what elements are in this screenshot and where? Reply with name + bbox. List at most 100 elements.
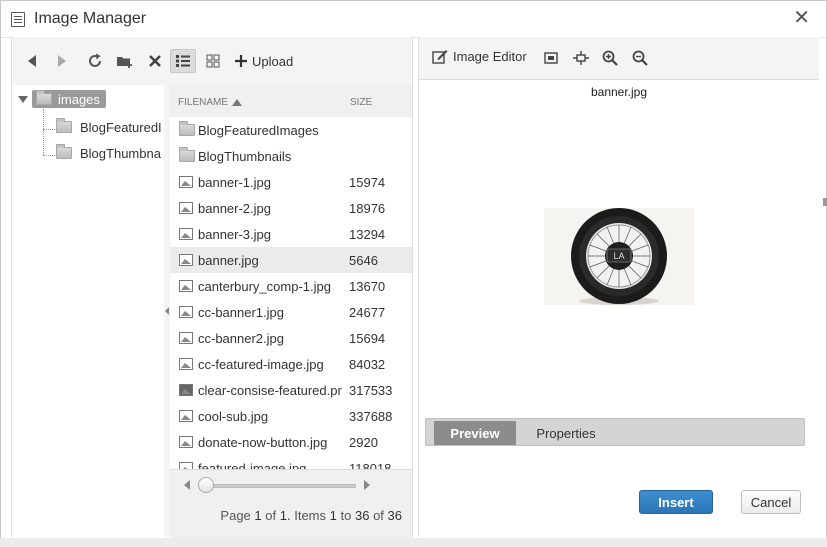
items-total: 36 — [387, 508, 402, 523]
svg-text:LA: LA — [613, 251, 624, 261]
file-row[interactable]: featured-image.jpg 118018 — [170, 455, 412, 469]
tree-node-blogthumbnails[interactable]: BlogThumbna — [56, 143, 161, 163]
editor-toolbar: Image Editor — [419, 37, 819, 80]
image-file-icon-wrap — [179, 306, 193, 321]
grid-view-icon[interactable] — [202, 49, 224, 73]
collapse-arrow-icon[interactable] — [18, 95, 28, 103]
list-header: FILENAME SIZE — [170, 85, 412, 118]
resize-icon[interactable] — [572, 49, 590, 67]
zoom-in-icon[interactable] — [601, 49, 619, 67]
file-name: cc-featured-image.jpg — [198, 357, 324, 372]
cancel-button[interactable]: Cancel — [741, 490, 801, 514]
file-name: BlogFeaturedImages — [198, 123, 319, 138]
insert-button[interactable]: Insert — [639, 490, 713, 514]
file-size: 5646 — [349, 253, 378, 268]
file-row[interactable]: banner-2.jpg 18976 — [170, 195, 412, 221]
column-filename[interactable]: FILENAME — [178, 97, 243, 108]
arrow-right-icon[interactable] — [52, 49, 72, 73]
image-editor-button[interactable]: Image Editor — [432, 49, 527, 64]
tree-node-images[interactable]: images — [14, 89, 106, 109]
upload-label: Upload — [252, 53, 294, 69]
image-file-icon — [179, 358, 193, 370]
image-file-icon-wrap — [179, 202, 193, 217]
tab-preview[interactable]: Preview — [434, 421, 516, 445]
image-file-icon — [179, 436, 193, 448]
folder-icon — [56, 118, 72, 133]
image-file-icon-wrap — [179, 280, 193, 295]
image-file-icon-wrap — [179, 462, 193, 469]
image-file-icon — [179, 176, 193, 188]
file-row[interactable]: cc-banner2.jpg 15694 — [170, 325, 412, 351]
image-file-icon-wrap — [179, 176, 193, 191]
file-row[interactable]: banner.jpg 5646 — [170, 247, 412, 273]
zoom-slider-track[interactable] — [200, 484, 356, 488]
arrow-left-icon[interactable] — [22, 49, 42, 73]
pager: Page 1 of 1. Items 1 to 36 of 36 — [170, 469, 412, 538]
image-file-icon — [179, 332, 193, 344]
column-size[interactable]: SIZE — [350, 97, 372, 108]
list-view-icon[interactable] — [170, 49, 196, 73]
tree-connector — [43, 155, 55, 156]
file-row[interactable]: donate-now-button.jpg 2920 — [170, 429, 412, 455]
file-size: 13670 — [349, 279, 386, 294]
file-row[interactable]: cc-featured-image.jpg 84032 — [170, 351, 412, 377]
upload-button[interactable]: Upload — [234, 49, 304, 73]
zoom-slider-thumb[interactable] — [198, 477, 214, 493]
folder-row[interactable]: BlogFeaturedImages — [170, 117, 412, 143]
image-file-icon — [179, 280, 193, 292]
image-preview: LA — [544, 208, 694, 305]
tree-connector — [43, 129, 55, 130]
tree-root-label-wrap: images — [32, 90, 106, 108]
file-row[interactable]: banner-1.jpg 15974 — [170, 169, 412, 195]
crop-icon[interactable] — [542, 49, 560, 67]
collapse-left-icon[interactable] — [165, 307, 169, 315]
delete-icon[interactable] — [144, 49, 166, 73]
folder-row[interactable]: BlogThumbnails — [170, 143, 412, 169]
file-row[interactable]: cool-sub.jpg 337688 — [170, 403, 412, 429]
tree-connector — [43, 109, 44, 155]
plus-icon — [235, 55, 247, 67]
close-icon[interactable]: ✕ — [793, 8, 810, 28]
zoom-out-icon[interactable] — [631, 49, 649, 67]
tree-root-label: images — [58, 91, 100, 107]
file-name: cool-sub.jpg — [198, 409, 269, 424]
file-size: 118018 — [349, 461, 392, 469]
slider-right-icon[interactable] — [364, 480, 370, 490]
page-info: Page 1 of 1. Items 1 to 36 of 36 — [170, 508, 402, 523]
items-to: 36 — [354, 508, 370, 523]
folder-icon-wrap — [179, 147, 195, 165]
tree-node-blogfeatured[interactable]: BlogFeaturedI — [56, 117, 162, 137]
items-of-label: of — [373, 508, 384, 523]
page-count: 1. — [279, 508, 291, 523]
file-size: 24677 — [349, 305, 386, 320]
tab-properties[interactable]: Properties — [518, 422, 614, 444]
slider-left-icon[interactable] — [184, 480, 190, 490]
file-size: 2920 — [349, 435, 378, 450]
image-file-icon — [179, 410, 193, 422]
file-rows: BlogFeaturedImages BlogThumbnails banner-1… — [170, 117, 412, 469]
image-file-icon-wrap — [179, 358, 193, 373]
image-file-icon — [179, 384, 193, 396]
refresh-icon[interactable] — [84, 49, 106, 73]
file-row[interactable]: cc-banner1.jpg 24677 — [170, 299, 412, 325]
file-row[interactable]: clear-consise-featured.pr 317533 — [170, 377, 412, 403]
file-size: 15694 — [349, 331, 386, 346]
file-row[interactable]: canterbury_comp-1.jpg 13670 — [170, 273, 412, 299]
file-row[interactable]: banner-3.jpg 13294 — [170, 221, 412, 247]
folder-icon — [36, 90, 52, 105]
browser-toolbar: Upload — [12, 37, 412, 86]
new-folder-icon[interactable] — [114, 49, 136, 73]
background-page — [0, 538, 827, 547]
file-size: 13294 — [349, 227, 386, 242]
image-file-icon — [179, 306, 193, 318]
file-name: banner-3.jpg — [198, 227, 271, 242]
image-file-icon — [179, 462, 193, 469]
file-size: 15974 — [349, 175, 386, 190]
file-size: 84032 — [349, 357, 386, 372]
image-file-icon — [179, 228, 193, 240]
tree-node-label: BlogThumbna — [80, 145, 161, 161]
page-prefix: Page — [220, 508, 251, 523]
folder-tree: images BlogFeaturedI BlogThumbna — [12, 85, 165, 537]
file-name: clear-consise-featured.pr — [198, 383, 342, 398]
items-to-label: to — [340, 508, 352, 523]
